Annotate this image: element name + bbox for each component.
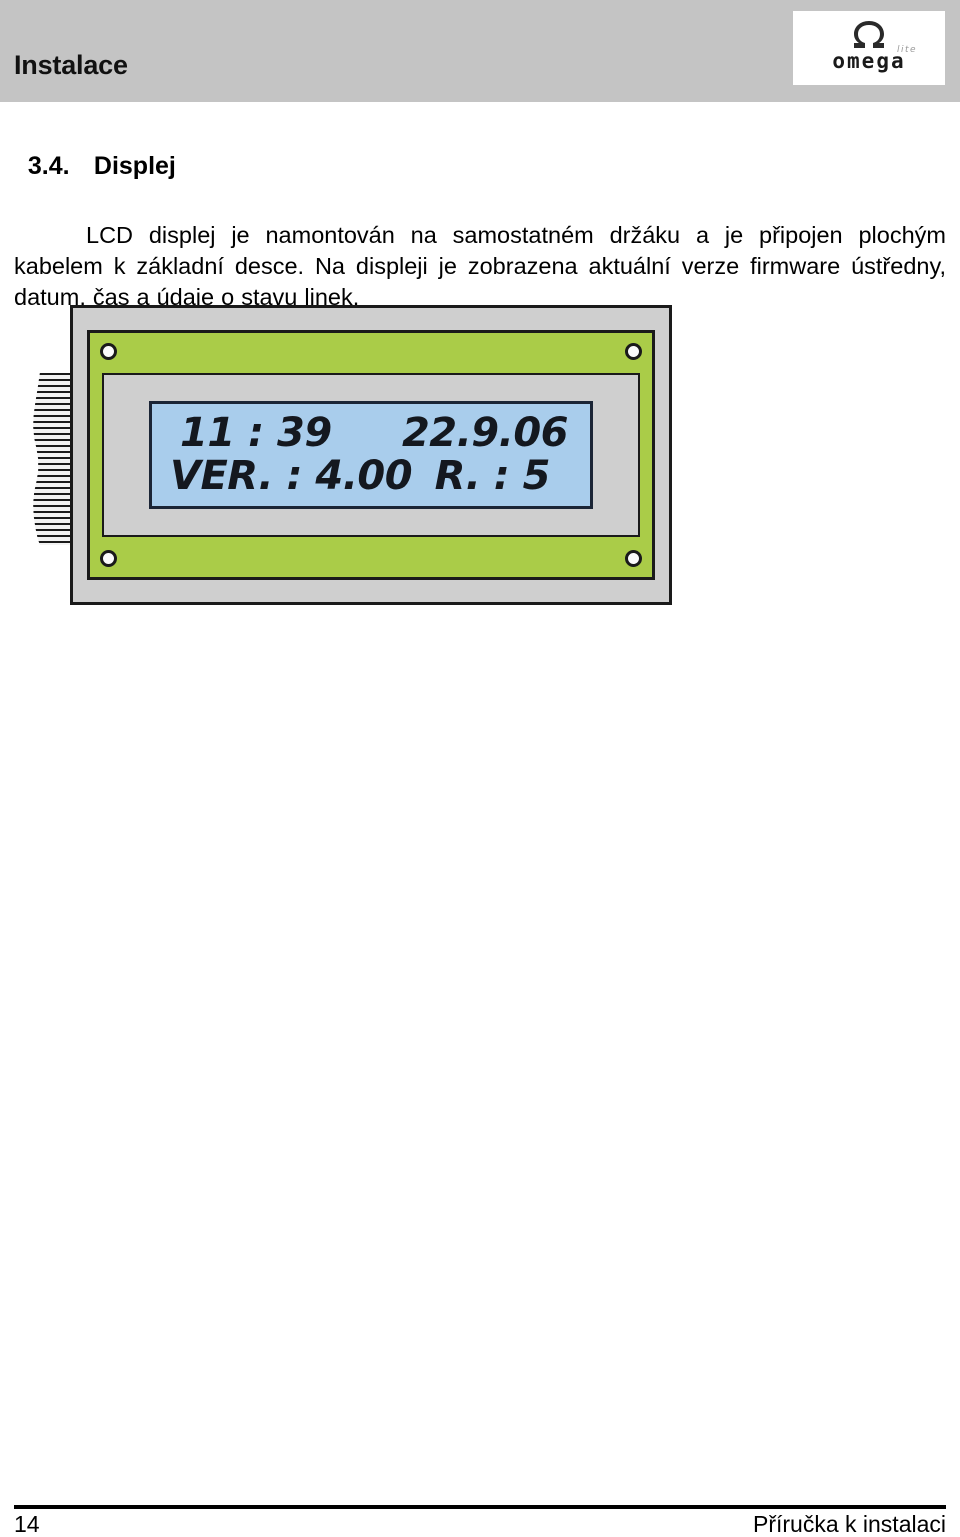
lcd-module-housing: 11 : 39 22.9.06 VER. : 4.00 R. : 5	[70, 305, 672, 605]
omega-symbol-icon	[850, 19, 888, 51]
mounting-hole-bottom-left	[100, 550, 117, 567]
mounting-hole-top-right	[625, 343, 642, 360]
lcd-date-value: 22.9.06	[401, 409, 569, 456]
lcd-revision-value: R. : 5	[434, 453, 551, 499]
page-title: Instalace	[14, 50, 128, 80]
body-paragraph: LCD displej je namontován na samostatném…	[14, 221, 946, 310]
lcd-screen-line-2: VER. : 4.00 R. : 5	[166, 453, 576, 499]
lcd-screen-line-1: 11 : 39 22.9.06	[166, 409, 576, 456]
lcd-firmware-version-value: VER. : 4.00	[170, 453, 413, 499]
omega-logo: lite omega	[793, 11, 945, 85]
mounting-hole-bottom-right	[625, 550, 642, 567]
lcd-bezel: 11 : 39 22.9.06 VER. : 4.00 R. : 5	[102, 373, 640, 537]
footer-divider	[14, 1505, 946, 1509]
mounting-hole-top-left	[100, 343, 117, 360]
lcd-screen: 11 : 39 22.9.06 VER. : 4.00 R. : 5	[149, 401, 593, 509]
lcd-time-value: 11 : 39	[180, 409, 332, 456]
section-number: 3.4.	[27, 151, 70, 180]
section-heading: 3.4. Displej	[14, 125, 176, 180]
lcd-display-figure: 11 : 39 22.9.06 VER. : 4.00 R. : 5	[12, 300, 702, 620]
lcd-pcb-board: 11 : 39 22.9.06 VER. : 4.00 R. : 5	[87, 330, 655, 580]
logo-wordmark: omega	[832, 49, 906, 73]
footer-document-title: Příručka k instalaci	[752, 1511, 946, 1537]
section-title: Displej	[93, 151, 176, 180]
footer-page-number: 14	[14, 1511, 40, 1537]
